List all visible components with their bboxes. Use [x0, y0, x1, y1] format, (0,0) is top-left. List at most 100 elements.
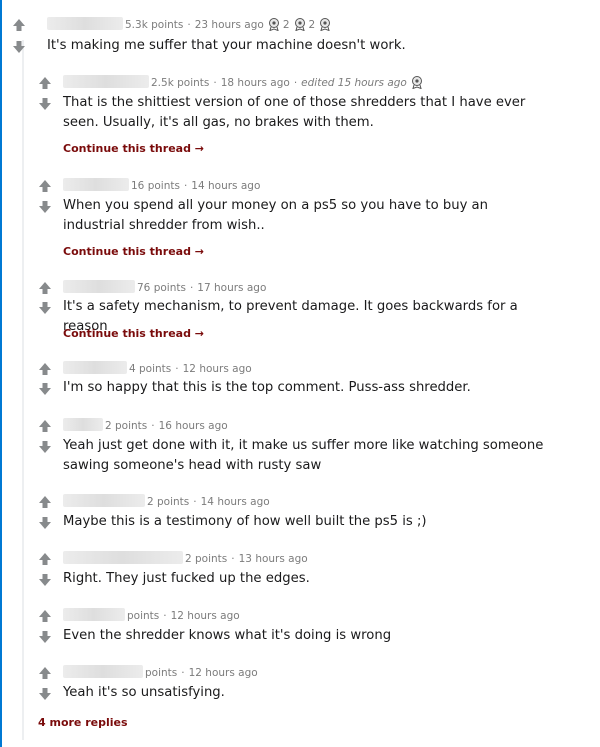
upvote-icon[interactable]: [38, 494, 52, 508]
comment-meta: 2.5k points · 18 hours ago · edited 15 hours…: [63, 75, 424, 90]
downvote-icon[interactable]: [38, 572, 52, 586]
comment-body: Maybe this is a testimony of how well bu…: [63, 514, 427, 529]
continue-thread-link[interactable]: Continue this thread →: [63, 142, 204, 156]
comment-thread: 5.3k points · 23 hours ago 2 2 It's making me…: [0, 0, 600, 747]
points-label: 2 points: [147, 496, 190, 508]
comment-meta: points · 12 hours ago: [63, 608, 240, 623]
downvote-icon[interactable]: [38, 686, 52, 700]
comment-body: Yeah just get done with it, it make us s…: [63, 438, 544, 473]
comment-meta: 5.3k points · 23 hours ago 2 2: [47, 17, 332, 32]
downvote-icon[interactable]: [12, 39, 26, 53]
points-label: 2 points: [105, 420, 148, 432]
comment-meta: 76 points · 17 hours ago: [63, 280, 266, 295]
timestamp[interactable]: 12 hours ago: [183, 363, 252, 375]
username-redacted[interactable]: [63, 608, 125, 621]
timestamp[interactable]: 16 hours ago: [159, 420, 228, 432]
separator-dot: ·: [293, 77, 298, 89]
separator-dot: ·: [163, 610, 167, 622]
comment-body: Even the shredder knows what it's doing …: [63, 628, 392, 643]
thread-highlight: [0, 0, 2, 747]
arrow-right-icon: →: [190, 327, 204, 340]
edited-label: edited 15 hours ago: [301, 77, 407, 89]
arrow-right-icon: →: [190, 245, 204, 258]
continue-thread-link[interactable]: Continue this thread →: [63, 327, 204, 341]
comment-body: It's making me suffer that your machine …: [47, 38, 406, 53]
upvote-icon[interactable]: [38, 608, 52, 622]
timestamp[interactable]: 13 hours ago: [239, 553, 308, 565]
points-label: 2 points: [185, 553, 228, 565]
comment-body: Right. They just fucked up the edges.: [63, 571, 310, 586]
username-redacted[interactable]: [63, 75, 149, 88]
comment-body: When you spend all your money on a ps5 s…: [63, 198, 489, 233]
username-redacted[interactable]: [63, 551, 183, 564]
comment-meta: 16 points · 14 hours ago: [63, 178, 260, 193]
award-count: 2: [282, 19, 290, 31]
timestamp[interactable]: 23 hours ago: [195, 19, 264, 31]
separator-dot: ·: [183, 180, 188, 192]
points-label: points: [145, 667, 178, 679]
upvote-icon[interactable]: [38, 75, 52, 89]
comment-meta: 2 points · 13 hours ago: [63, 551, 308, 566]
upvote-icon[interactable]: [38, 280, 52, 294]
downvote-icon[interactable]: [38, 96, 52, 110]
points-label: points: [127, 610, 160, 622]
comment-meta: 4 points · 12 hours ago: [63, 361, 252, 376]
upvote-icon[interactable]: [12, 17, 26, 31]
more-replies-link[interactable]: 4 more replies: [38, 716, 128, 729]
downvote-icon[interactable]: [38, 439, 52, 453]
comment-body: That is the shittiest version of one of …: [63, 95, 526, 130]
award-icon[interactable]: [410, 75, 424, 90]
username-redacted[interactable]: [63, 178, 129, 191]
award-count: 2: [308, 19, 316, 31]
separator-dot: ·: [231, 553, 235, 565]
points-label: 2.5k points: [151, 77, 210, 89]
upvote-icon[interactable]: [38, 361, 52, 375]
separator-dot: ·: [175, 363, 179, 375]
points-label: 16 points: [131, 180, 180, 192]
award-icon[interactable]: [293, 17, 307, 32]
timestamp[interactable]: 18 hours ago: [221, 77, 290, 89]
separator-dot: ·: [213, 77, 217, 89]
username-redacted[interactable]: [63, 280, 135, 293]
timestamp[interactable]: 14 hours ago: [201, 496, 270, 508]
timestamp[interactable]: 17 hours ago: [197, 282, 266, 294]
upvote-icon[interactable]: [38, 418, 52, 432]
separator-dot: ·: [193, 496, 197, 508]
username-redacted[interactable]: [63, 494, 145, 507]
points-label: 5.3k points: [125, 19, 184, 31]
downvote-icon[interactable]: [38, 381, 52, 395]
downvote-icon[interactable]: [38, 515, 52, 529]
timestamp[interactable]: 14 hours ago: [191, 180, 260, 192]
separator-dot: ·: [151, 420, 155, 432]
username-redacted[interactable]: [63, 418, 103, 431]
continue-thread-link[interactable]: Continue this thread →: [63, 245, 204, 259]
arrow-right-icon: →: [190, 142, 204, 155]
comment-meta: 2 points · 14 hours ago: [63, 494, 270, 509]
separator-dot: ·: [181, 667, 185, 679]
upvote-icon[interactable]: [38, 178, 52, 192]
continue-thread-label: Continue this thread: [63, 142, 191, 155]
separator-dot: ·: [189, 282, 194, 294]
upvote-icon[interactable]: [38, 551, 52, 565]
username-redacted[interactable]: [63, 361, 127, 374]
continue-thread-label: Continue this thread: [63, 245, 191, 258]
comment-meta: points · 12 hours ago: [63, 665, 258, 680]
separator-dot: ·: [187, 19, 191, 31]
comment-body: I'm so happy that this is the top commen…: [63, 380, 471, 395]
username-redacted[interactable]: [63, 665, 143, 678]
continue-thread-label: Continue this thread: [63, 327, 191, 340]
points-label: 4 points: [129, 363, 172, 375]
downvote-icon[interactable]: [38, 199, 52, 213]
timestamp[interactable]: 12 hours ago: [189, 667, 258, 679]
comment-body: Yeah it's so unsatisfying.: [63, 685, 225, 700]
award-icon[interactable]: [267, 17, 281, 32]
downvote-icon[interactable]: [38, 300, 52, 314]
downvote-icon[interactable]: [38, 629, 52, 643]
thread-line[interactable]: [22, 40, 24, 740]
comment-meta: 2 points · 16 hours ago: [63, 418, 228, 433]
timestamp[interactable]: 12 hours ago: [171, 610, 240, 622]
award-icon[interactable]: [318, 17, 332, 32]
username-redacted[interactable]: [47, 17, 123, 30]
upvote-icon[interactable]: [38, 665, 52, 679]
points-label: 76 points: [137, 282, 186, 294]
